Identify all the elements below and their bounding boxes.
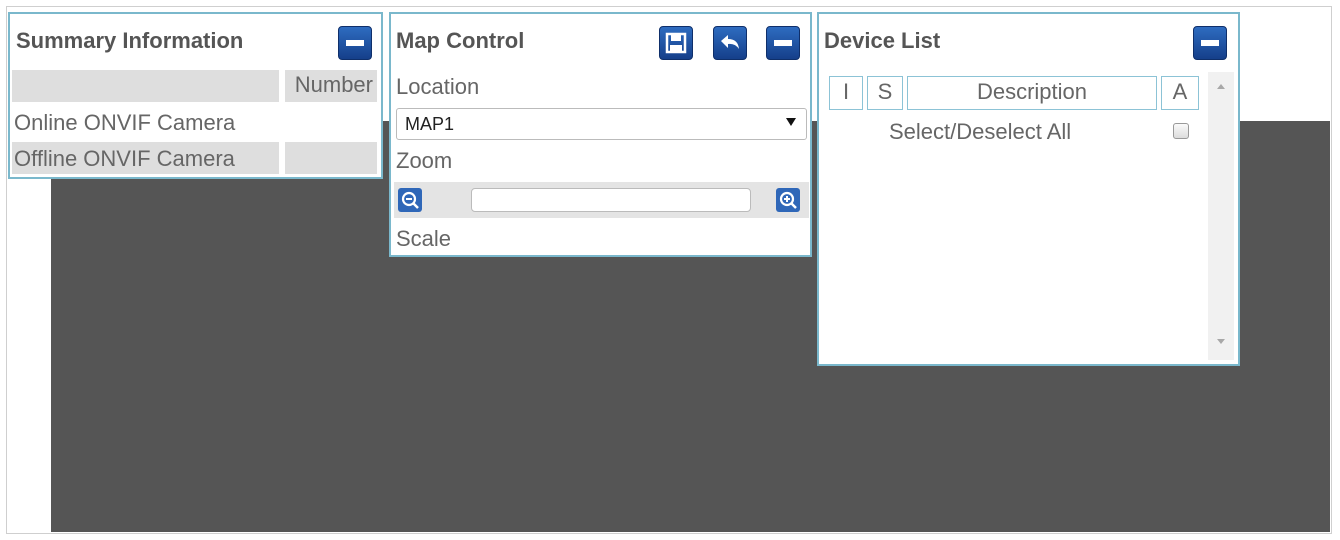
zoom-out-button[interactable] <box>398 188 422 212</box>
column-header-i[interactable]: I <box>829 76 863 110</box>
column-header-description[interactable]: Description <box>907 76 1157 110</box>
column-header-a[interactable]: A <box>1161 76 1199 110</box>
summary-row-value <box>285 142 377 174</box>
zoom-in-button[interactable] <box>776 188 800 212</box>
summary-header-row <box>12 70 279 102</box>
scroll-up-icon[interactable] <box>1217 84 1225 89</box>
undo-arrow-icon <box>721 35 739 49</box>
summary-minimize-button[interactable] <box>338 26 372 60</box>
location-select-value: MAP1 <box>405 114 455 134</box>
chevron-down-icon <box>786 118 796 126</box>
select-all-label: Select/Deselect All <box>889 119 1072 144</box>
device-list-scrollbar[interactable] <box>1208 72 1234 360</box>
zoom-slider[interactable] <box>471 188 751 212</box>
device-list-panel: Device List I S Description A Select/Des… <box>817 12 1240 366</box>
device-list-title: Device List <box>824 28 941 53</box>
column-header-s[interactable]: S <box>867 76 903 110</box>
location-label: Location <box>396 74 480 99</box>
map-control-minimize-button[interactable] <box>766 26 800 60</box>
floppy-disk-icon <box>665 32 687 54</box>
summary-row-label: Online ONVIF Camera <box>14 110 236 135</box>
summary-column-label: Number <box>294 72 373 97</box>
location-select[interactable]: MAP1 <box>396 108 807 140</box>
device-list-minimize-button[interactable] <box>1193 26 1227 60</box>
map-control-title: Map Control <box>396 28 525 53</box>
select-all-checkbox[interactable] <box>1173 123 1189 139</box>
summary-panel: Summary Information Number Online ONVIF … <box>8 12 383 179</box>
zoom-label: Zoom <box>396 148 453 173</box>
scale-label: Scale <box>396 226 452 251</box>
minus-icon <box>774 40 792 46</box>
summary-title: Summary Information <box>16 28 244 53</box>
minus-icon <box>346 40 364 46</box>
minus-icon <box>1201 40 1219 46</box>
save-button[interactable] <box>659 26 693 60</box>
map-control-panel: Map Control Location MAP1 Zoom Scale <box>389 12 812 257</box>
scroll-down-icon[interactable] <box>1217 339 1225 344</box>
summary-column-header: Number <box>285 70 377 102</box>
zoom-out-icon <box>401 191 419 209</box>
summary-row-label: Offline ONVIF Camera <box>14 146 235 171</box>
back-button[interactable] <box>713 26 747 60</box>
zoom-in-icon <box>779 191 797 209</box>
